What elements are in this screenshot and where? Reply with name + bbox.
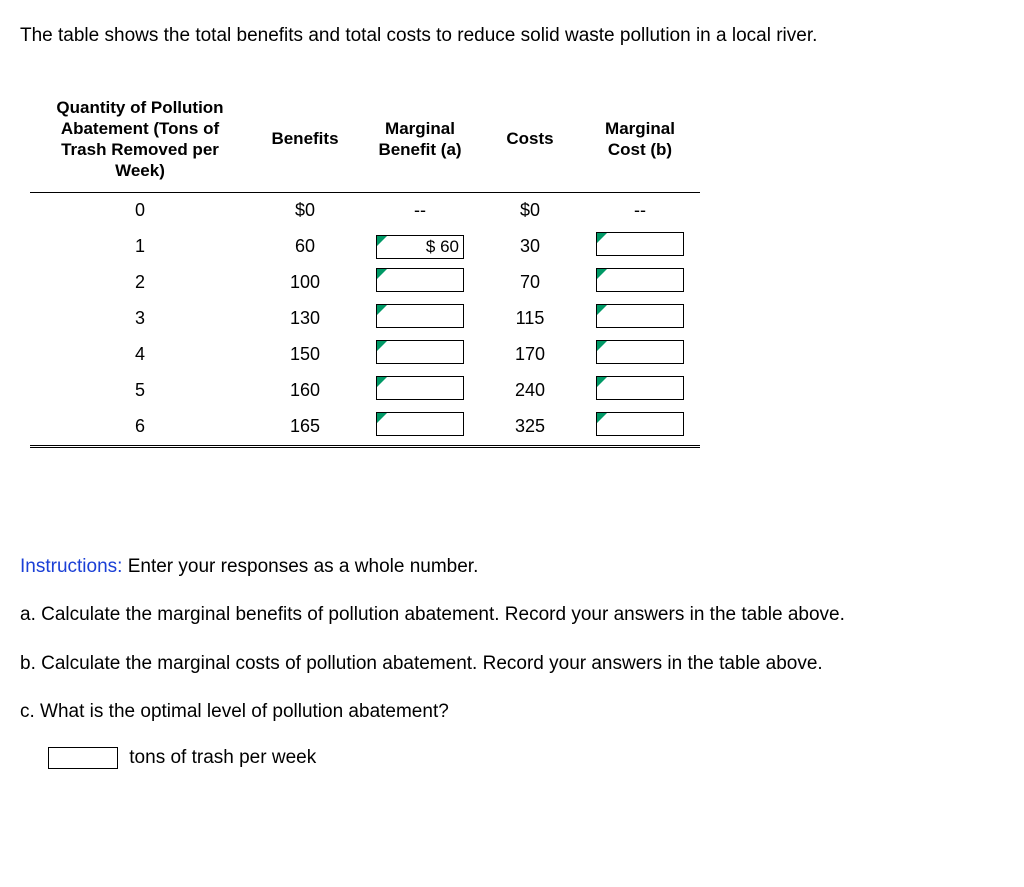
corner-indicator-icon	[597, 413, 607, 423]
instructions-label: Instructions:	[20, 556, 122, 577]
marginal-benefit-input[interactable]	[376, 412, 464, 436]
intro-text: The table shows the total benefits and t…	[20, 22, 1004, 51]
cell-quantity: 2	[30, 265, 250, 301]
cell-marginal-cost	[580, 409, 700, 447]
cell-marginal-benefit	[360, 373, 480, 409]
corner-indicator-icon	[597, 341, 607, 351]
marginal-cost-input[interactable]	[596, 376, 684, 400]
cell-costs: 240	[480, 373, 580, 409]
cell-quantity: 3	[30, 301, 250, 337]
marginal-benefit-input[interactable]	[376, 376, 464, 400]
cell-marginal-cost	[580, 337, 700, 373]
answer-c-unit: tons of trash per week	[129, 747, 316, 768]
cell-marginal-cost	[580, 301, 700, 337]
table-row: 6165 325	[30, 409, 700, 447]
cell-quantity: 1	[30, 229, 250, 265]
header-costs: Costs	[480, 91, 580, 193]
table-row: 0$0--$0--	[30, 192, 700, 229]
cell-marginal-cost	[580, 229, 700, 265]
answer-c-input[interactable]	[48, 747, 118, 769]
cell-costs: 30	[480, 229, 580, 265]
corner-indicator-icon	[597, 305, 607, 315]
cell-benefits: 60	[250, 229, 360, 265]
corner-indicator-icon	[597, 233, 607, 243]
marginal-cost-input[interactable]	[596, 412, 684, 436]
cell-costs: 325	[480, 409, 580, 447]
corner-indicator-icon	[377, 269, 387, 279]
cell-quantity: 6	[30, 409, 250, 447]
header-benefits: Benefits	[250, 91, 360, 193]
corner-indicator-icon	[377, 341, 387, 351]
cell-costs: 170	[480, 337, 580, 373]
cell-marginal-cost: --	[580, 192, 700, 229]
question-c: c. What is the optimal level of pollutio…	[20, 698, 1004, 727]
table-row: 5160 240	[30, 373, 700, 409]
table-row: 2100 70	[30, 265, 700, 301]
cell-benefits: 160	[250, 373, 360, 409]
cell-benefits: 165	[250, 409, 360, 447]
marginal-benefit-input[interactable]	[376, 304, 464, 328]
cell-quantity: 4	[30, 337, 250, 373]
cell-benefits: 150	[250, 337, 360, 373]
corner-indicator-icon	[377, 236, 387, 246]
table-row: 3130 115	[30, 301, 700, 337]
table-row: 160 $ 60 30	[30, 229, 700, 265]
corner-indicator-icon	[377, 377, 387, 387]
question-a: a. Calculate the marginal benefits of po…	[20, 601, 1004, 630]
input-value: $ 60	[426, 237, 459, 256]
cell-marginal-cost	[580, 373, 700, 409]
cell-marginal-cost	[580, 265, 700, 301]
instructions-line: Instructions: Enter your responses as a …	[20, 553, 1004, 582]
cell-marginal-benefit: $ 60	[360, 229, 480, 265]
cell-marginal-benefit: --	[360, 192, 480, 229]
marginal-cost-input[interactable]	[596, 340, 684, 364]
instructions-text: Enter your responses as a whole number.	[122, 556, 478, 577]
cell-marginal-benefit	[360, 409, 480, 447]
cell-quantity: 0	[30, 192, 250, 229]
corner-indicator-icon	[597, 269, 607, 279]
cell-costs: 115	[480, 301, 580, 337]
corner-indicator-icon	[597, 377, 607, 387]
cell-costs: $0	[480, 192, 580, 229]
cell-benefits: 130	[250, 301, 360, 337]
marginal-cost-input[interactable]	[596, 268, 684, 292]
cell-quantity: 5	[30, 373, 250, 409]
data-table: Quantity of Pollution Abatement (Tons of…	[30, 91, 700, 448]
question-b: b. Calculate the marginal costs of pollu…	[20, 650, 1004, 679]
marginal-benefit-input[interactable]	[376, 340, 464, 364]
cell-marginal-benefit	[360, 265, 480, 301]
cell-marginal-benefit	[360, 337, 480, 373]
corner-indicator-icon	[377, 305, 387, 315]
corner-indicator-icon	[377, 413, 387, 423]
marginal-cost-input[interactable]	[596, 232, 684, 256]
marginal-benefit-input[interactable]: $ 60	[376, 235, 464, 259]
header-marginal-cost: Marginal Cost (b)	[580, 91, 700, 193]
cell-benefits: $0	[250, 192, 360, 229]
cell-costs: 70	[480, 265, 580, 301]
header-marginal-benefit: Marginal Benefit (a)	[360, 91, 480, 193]
cell-benefits: 100	[250, 265, 360, 301]
marginal-benefit-input[interactable]	[376, 268, 464, 292]
table-row: 4150 170	[30, 337, 700, 373]
cell-marginal-benefit	[360, 301, 480, 337]
answer-c-row: tons of trash per week	[20, 747, 1004, 769]
header-quantity: Quantity of Pollution Abatement (Tons of…	[30, 91, 250, 193]
marginal-cost-input[interactable]	[596, 304, 684, 328]
